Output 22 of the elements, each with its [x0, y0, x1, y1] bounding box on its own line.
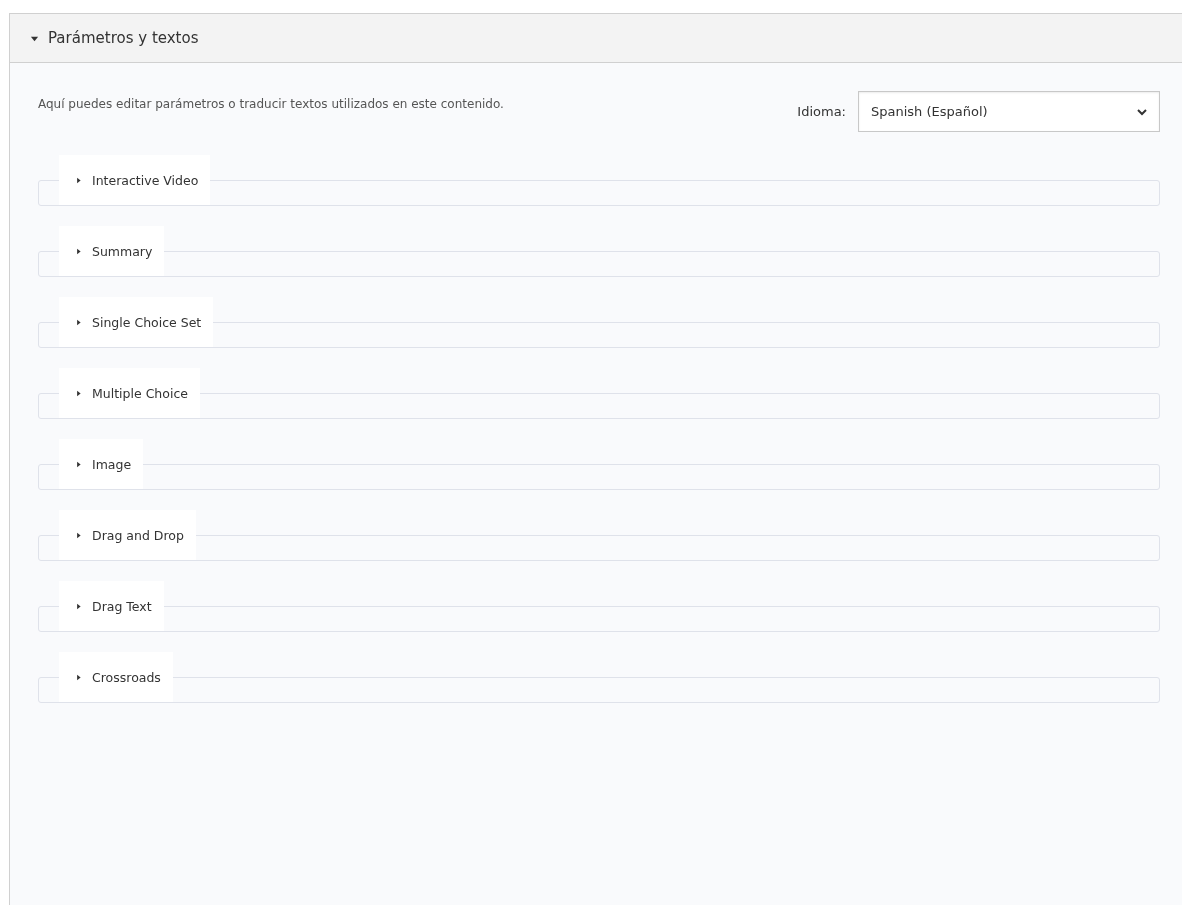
caret-icon: [75, 176, 82, 184]
language-label: Idioma:: [797, 104, 846, 119]
caret-icon: [75, 531, 82, 539]
group-toggle[interactable]: Interactive Video: [59, 155, 211, 205]
group-toggle[interactable]: Drag and Drop: [59, 510, 196, 560]
panel-header[interactable]: Parámetros y textos: [10, 14, 1182, 63]
group-toggle[interactable]: Image: [59, 439, 144, 489]
description-text: Aquí puedes editar parámetros o traducir textos utilizados en este contenido.: [38, 96, 504, 111]
group-toggle[interactable]: Drag Text: [59, 581, 164, 631]
caret-icon: [75, 673, 82, 681]
caret-icon: [75, 602, 82, 610]
caret-icon: [75, 389, 82, 397]
group-toggle[interactable]: Single Choice Set: [59, 297, 214, 347]
group-toggle[interactable]: Summary: [59, 226, 165, 276]
caret-icon: [75, 318, 82, 326]
group-toggle[interactable]: Multiple Choice: [59, 368, 200, 418]
group-toggle[interactable]: Crossroads: [59, 652, 173, 702]
panel-title: Parámetros y textos: [48, 29, 199, 47]
language-select[interactable]: Spanish (Español): [858, 91, 1160, 132]
chevron-down-icon: [1137, 107, 1147, 116]
caret-icon: [75, 460, 82, 468]
caret-icon: [75, 247, 82, 255]
